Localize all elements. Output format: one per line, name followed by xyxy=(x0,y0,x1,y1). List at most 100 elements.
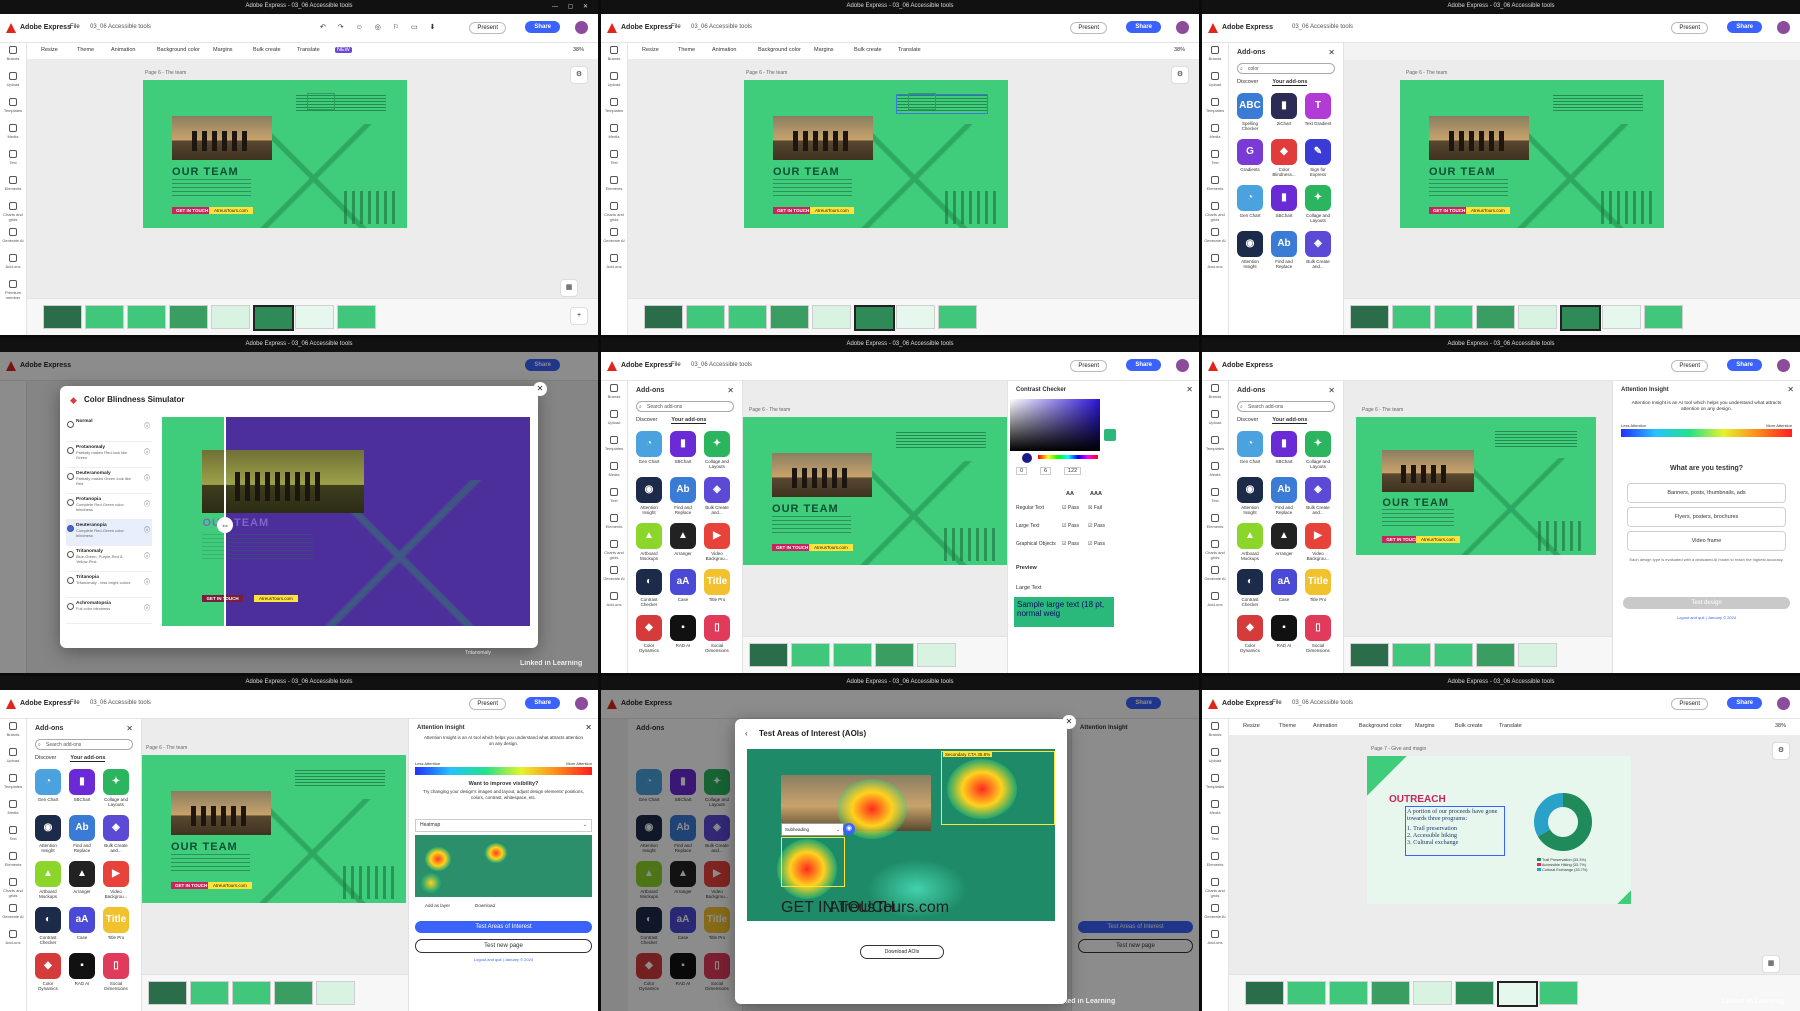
grid-view-icon[interactable]: ▦ xyxy=(1762,955,1780,973)
addon-tile[interactable]: ▶ Video Backgrou... xyxy=(1303,523,1333,561)
addon-tile[interactable]: ▪ RAD AI xyxy=(67,953,97,986)
info-icon[interactable]: ⓘ xyxy=(144,603,150,612)
rail-item-templates[interactable]: Templates xyxy=(0,95,26,121)
thumb[interactable] xyxy=(337,305,376,329)
addon-tile[interactable]: Ab Find and Replace xyxy=(67,815,97,853)
addon-tile[interactable]: ◆ Color Dynamics xyxy=(634,615,664,653)
addon-tile[interactable]: Title Title Pro xyxy=(101,907,131,940)
slider-handle-icon[interactable]: ⇔ xyxy=(217,517,233,533)
slide-title[interactable]: OUR TEAM xyxy=(172,166,239,178)
avatar[interactable] xyxy=(1176,21,1189,34)
download-link[interactable]: Download xyxy=(475,903,495,908)
cbs-option[interactable]: Tritanomaly Blue-Green, Purple-Red & Yell… xyxy=(66,546,152,572)
close-icon[interactable]: ✕ xyxy=(1787,385,1794,394)
resize-button[interactable]: Resize xyxy=(41,47,58,53)
addon-tile[interactable]: aA Case xyxy=(1269,569,1299,602)
slide-title[interactable]: OUTREACH xyxy=(1389,794,1446,805)
addon-tile[interactable]: ◈ Bulk Create and... xyxy=(1303,477,1333,515)
url-badge[interactable]: AtreusTours.com xyxy=(209,207,253,215)
addon-tile[interactable]: ▮ SBChart xyxy=(67,769,97,802)
close-icon[interactable]: ✕ xyxy=(533,382,547,396)
addon-tile[interactable]: Ab Find and Replace xyxy=(1269,477,1299,515)
preview-heading[interactable]: Preview xyxy=(1016,565,1037,571)
aoi-heatmap[interactable]: Secondary CTA 35.8% Subheading ⌄ ◉ GET IN… xyxy=(747,749,1055,921)
thumb-selected[interactable] xyxy=(253,305,294,331)
slide-our-team[interactable]: OUR TEAM GET IN TOUCH AtreusTours.com xyxy=(1400,80,1664,228)
addon-tile[interactable]: ▲ Arranger xyxy=(668,523,698,556)
bulk-create-button[interactable]: Bulk create xyxy=(253,47,281,53)
cbs-option[interactable]: Protanopia Complete Red-Green color blind… xyxy=(66,494,152,520)
info-icon[interactable]: ⓘ xyxy=(144,421,150,430)
close-icon[interactable]: ✕ xyxy=(1186,385,1193,394)
info-icon[interactable]: ⓘ xyxy=(144,447,150,456)
test-aoi-button[interactable]: Test Areas of Interest xyxy=(415,921,592,933)
rail-item-generate-ai[interactable]: Generate AI xyxy=(601,225,627,251)
radio-icon[interactable] xyxy=(67,421,74,428)
addon-tile[interactable]: ✦ Collage and Layouts xyxy=(101,769,131,807)
cbs-option[interactable]: Tritanopia Tritanomaly - less bright colo… xyxy=(66,572,152,598)
addon-tile[interactable]: ✎ Sign for Express xyxy=(1303,139,1333,177)
info-icon[interactable]: ⓘ xyxy=(144,551,150,560)
addon-tile[interactable]: T Text Gradient xyxy=(1303,93,1333,126)
back-arrow-icon[interactable]: ‹ xyxy=(745,729,748,738)
animation-button[interactable]: Animation xyxy=(111,47,135,53)
addon-tile[interactable]: ◉ Attention Insight xyxy=(1235,231,1265,269)
addon-tile[interactable]: ▮ 2iChart xyxy=(1269,93,1299,126)
page-settings-icon[interactable]: ⚙ xyxy=(1171,66,1189,84)
info-icon[interactable]: ⓘ xyxy=(144,525,150,534)
addon-tile[interactable]: aA Case xyxy=(668,569,698,602)
heatmap-select[interactable]: Heatmap ⌄ xyxy=(415,819,592,832)
cta-badge[interactable]: GET IN TOUCH xyxy=(172,207,213,215)
addons-search-input[interactable]: color xyxy=(1237,63,1335,75)
share-button[interactable]: Share xyxy=(525,21,560,33)
addon-tile[interactable]: ▮ SBChart xyxy=(668,431,698,464)
outreach-text-box[interactable]: A portion of our proceeds have gone towa… xyxy=(1405,806,1505,856)
color-picker-field[interactable] xyxy=(1010,399,1100,451)
radio-icon[interactable] xyxy=(67,473,74,480)
grid-view-icon[interactable]: ▦ xyxy=(560,279,578,297)
aoi-confirm-icon[interactable]: ◉ xyxy=(843,823,855,835)
rail-item-charts[interactable]: Charts and grids xyxy=(601,199,627,225)
addon-tile[interactable]: ABC Spelling Checker xyxy=(1235,93,1265,131)
addon-tile[interactable]: ◐ Contrast Checker xyxy=(33,907,63,945)
thumb[interactable] xyxy=(169,305,208,329)
rail-item-premium[interactable]: Premium member xyxy=(0,277,26,303)
header-tool-icons[interactable]: ↶ ↷ ☺ ◎ ⚐ ▭ ⬇ xyxy=(320,23,440,31)
page-settings-icon[interactable]: ⚙ xyxy=(570,66,588,84)
thumb[interactable] xyxy=(295,305,334,329)
zoom-level[interactable]: 38% xyxy=(1174,47,1185,53)
addon-tile[interactable]: ◔ Gen Chart xyxy=(634,431,664,464)
document-name[interactable]: 03_06 Accessible tools xyxy=(90,24,151,30)
addon-tile[interactable]: Ab Find and Replace xyxy=(1269,231,1299,269)
team-photo[interactable] xyxy=(172,115,273,160)
info-icon[interactable]: ⓘ xyxy=(144,473,150,482)
margins-button[interactable]: Margins xyxy=(213,47,233,53)
share-button[interactable]: Share xyxy=(1126,21,1161,33)
addon-tile[interactable]: ◈ Bulk Create and... xyxy=(101,815,131,853)
addon-tile[interactable]: ◔ Gen Chart xyxy=(1235,185,1265,218)
thumb[interactable] xyxy=(43,305,82,329)
aoi-box-subheading[interactable] xyxy=(781,837,845,887)
rgb-g-input[interactable]: 6 xyxy=(1040,467,1052,475)
addon-tile[interactable]: ▲ Arranger xyxy=(1269,523,1299,556)
close-icon[interactable]: ✕ xyxy=(727,386,734,395)
avatar[interactable] xyxy=(575,21,588,34)
addon-tile[interactable]: ✦ Collage and Layouts xyxy=(1303,185,1333,223)
rail-item-text[interactable]: Text xyxy=(0,147,26,173)
addon-tile[interactable]: ▲ Arranger xyxy=(67,861,97,894)
addon-tile[interactable]: ▪ RAD AI xyxy=(1269,615,1299,648)
close-icon[interactable]: ✕ xyxy=(1328,48,1335,57)
slide-our-team[interactable]: OUR TEAM GET IN TOUCH AtreusTours.com xyxy=(143,80,407,228)
file-menu[interactable]: File xyxy=(671,24,681,30)
addon-tile[interactable]: ▯ Social Dimensions xyxy=(1303,615,1333,653)
rail-item-templates[interactable]: Templates xyxy=(601,95,627,121)
window-controls[interactable]: — ▢ ✕ xyxy=(552,3,592,10)
radio-icon[interactable] xyxy=(67,525,74,532)
addon-tile[interactable]: ▲ Artboard Mockups xyxy=(634,523,664,561)
addon-tile[interactable]: ▯ Social Dimensions xyxy=(702,615,732,653)
test-new-page-button[interactable]: Test new page xyxy=(415,939,592,953)
addon-tile[interactable]: ◉ Attention Insight xyxy=(1235,477,1265,515)
radio-icon[interactable] xyxy=(67,577,74,584)
cbs-option[interactable]: Deuteranomaly Partially makes Green look … xyxy=(66,468,152,494)
radio-icon[interactable] xyxy=(67,447,74,454)
